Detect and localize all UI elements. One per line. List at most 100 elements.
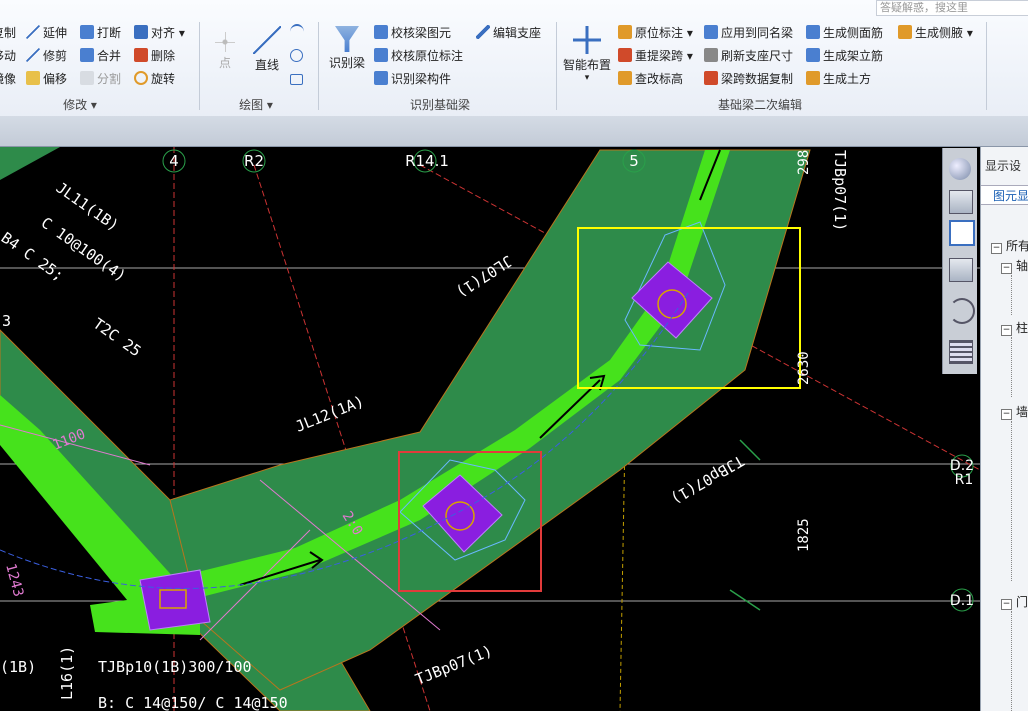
3d-view-icon[interactable] <box>949 190 973 214</box>
trim-icon <box>26 48 40 62</box>
axis-label-r1: R1 <box>955 472 974 488</box>
span-icon <box>618 48 632 62</box>
align-icon <box>134 25 148 39</box>
check-elevation-tool[interactable]: 查改标高 <box>618 70 683 88</box>
identify-component-tool[interactable]: 识别梁构件 <box>374 70 451 88</box>
extend-label: 延伸 <box>43 26 68 40</box>
refresh-support-tool[interactable]: 刷新支座尺寸 <box>704 47 793 65</box>
elevation-icon <box>618 71 632 85</box>
line-label: 直线 <box>254 58 279 72</box>
in-place-annotation-label: 原位标注 <box>635 26 684 40</box>
align-label: 对齐 <box>151 26 176 40</box>
axis-label-5: 5 <box>629 152 639 170</box>
beam-label: JL07(1) <box>453 252 516 302</box>
break-tool[interactable]: 打断 <box>80 24 121 42</box>
footing-label: TJBp10(1B)300/100 <box>98 658 252 676</box>
view-toolbar <box>942 148 977 374</box>
arc-icon <box>290 24 304 40</box>
group-recognize-label: 识别基础梁 <box>409 98 470 112</box>
delete-tool[interactable]: 删除 <box>134 47 175 65</box>
axis-label-3: 3 <box>2 312 11 330</box>
separator <box>556 22 557 110</box>
collapse-icon[interactable]: − <box>1001 263 1012 274</box>
gen-erection-rebar-tool[interactable]: 生成架立筋 <box>806 47 883 65</box>
align-tool[interactable]: 对齐 ▾ <box>134 24 185 42</box>
tab-element-display[interactable]: 图元显 <box>981 185 1028 205</box>
column-element <box>139 569 211 631</box>
gen-haunch-label: 生成侧腋 <box>915 26 964 40</box>
point-tool[interactable]: 点 <box>210 26 240 71</box>
apply-same-name-tool[interactable]: 应用到同名梁 <box>704 24 793 42</box>
tab-strip <box>0 116 1028 147</box>
tree-connector <box>1011 421 1024 581</box>
orbit-icon[interactable] <box>949 158 971 180</box>
merge-tool[interactable]: 合并 <box>80 47 121 65</box>
merge-icon <box>80 48 94 62</box>
gen-side-rebar-label: 生成侧面筋 <box>823 26 884 40</box>
gen-earthwork-tool[interactable]: 生成土方 <box>806 70 871 88</box>
refresh-support-label: 刷新支座尺寸 <box>721 49 794 63</box>
tree-item-label: 所有 <box>1006 239 1028 253</box>
rotate-view-icon[interactable] <box>949 298 975 324</box>
cube-view-icon[interactable] <box>949 258 973 282</box>
copy-span-data-tool[interactable]: 梁跨数据复制 <box>704 70 793 88</box>
copy-tool[interactable]: 复制 <box>0 24 16 42</box>
tick-mark <box>739 439 761 461</box>
rect-tool[interactable] <box>290 70 306 88</box>
beam-label: TJBp07(1) <box>668 452 747 508</box>
re-extract-span-tool[interactable]: 重提梁跨 ▾ <box>618 47 693 65</box>
axis-label-r2: R2 <box>244 152 264 170</box>
display-settings-panel: 显示设 图元显 − 所有 − 轴 − 柱 − 墙 − 门 <box>980 147 1028 711</box>
layers-icon[interactable] <box>949 340 973 364</box>
point-icon <box>215 32 235 52</box>
break-label: 打断 <box>97 26 122 40</box>
smart-layout-tool[interactable]: 智能布置 ▾ <box>562 26 612 83</box>
offset-label: 偏移 <box>43 72 68 86</box>
check-beam-icon <box>374 25 388 39</box>
rotate-tool[interactable]: 旋转 <box>134 70 175 88</box>
tree-item-column[interactable]: − 柱 <box>1001 319 1028 336</box>
identify-beam-tool[interactable]: 识别梁 <box>326 26 368 71</box>
drawing-canvas[interactable]: 4 R2 R14.1 5 D.2 R1 D.1 JL11(1B) C 10@10… <box>0 147 980 711</box>
in-place-annotation-tool[interactable]: 原位标注 ▾ <box>618 24 693 42</box>
dimension-text: 1243 <box>2 562 26 599</box>
tree-item-wall[interactable]: − 墙 <box>1001 403 1028 420</box>
haunch-icon <box>898 25 912 39</box>
group-recognize: 识别基础梁 <box>380 96 500 113</box>
strip-footing <box>0 147 60 180</box>
footing-rebar-label: B: C 14@150/ C 14@150 <box>98 694 288 711</box>
trim-tool[interactable]: 修剪 <box>26 47 67 65</box>
group-draw: 绘图 ▾ <box>239 98 273 112</box>
search-input[interactable]: 答疑解惑，搜这里 <box>876 0 1028 16</box>
line-tool[interactable]: 直线 <box>250 26 284 73</box>
plan-view-icon[interactable] <box>949 220 975 246</box>
collapse-icon[interactable]: − <box>1001 409 1012 420</box>
check-annotation-tool[interactable]: 校核原位标注 <box>374 47 463 65</box>
offset-tool[interactable]: 偏移 <box>26 70 67 88</box>
move-tool[interactable]: 移动 <box>0 47 16 65</box>
circle-tool[interactable] <box>290 47 306 65</box>
gen-haunch-tool[interactable]: 生成侧腋 ▾ <box>898 24 973 42</box>
grid-icon <box>573 26 601 54</box>
collapse-icon[interactable]: − <box>1001 599 1012 610</box>
dimension-text: 298 <box>796 150 812 175</box>
arc-tool[interactable] <box>290 24 306 42</box>
group-draw-label: 绘图 <box>239 98 264 112</box>
gen-side-rebar-tool[interactable]: 生成侧面筋 <box>806 24 883 42</box>
split-tool[interactable]: 分割 <box>80 70 121 88</box>
tree-item-axis[interactable]: − 轴 <box>1001 257 1028 274</box>
group-modify-label: 修改 <box>63 98 88 112</box>
tree-item-label: 柱 <box>1016 321 1028 335</box>
edit-support-tool[interactable]: 编辑支座 <box>476 24 541 42</box>
mirror-tool[interactable]: 镜像 <box>0 70 16 88</box>
tree-connector <box>1011 611 1024 711</box>
cad-drawing: 4 R2 R14.1 5 D.2 R1 D.1 JL11(1B) C 10@10… <box>0 147 980 711</box>
collapse-icon[interactable]: − <box>991 243 1002 254</box>
tree-item-all[interactable]: − 所有 <box>991 237 1028 254</box>
group-modify: 修改 ▾ <box>63 98 97 112</box>
extend-tool[interactable]: 延伸 <box>26 24 67 42</box>
tree-item-door[interactable]: − 门 <box>1001 593 1028 610</box>
check-beam-tool[interactable]: 校核梁图元 <box>374 24 451 42</box>
collapse-icon[interactable]: − <box>1001 325 1012 336</box>
beam-label: TJBp07(1) <box>831 150 849 231</box>
